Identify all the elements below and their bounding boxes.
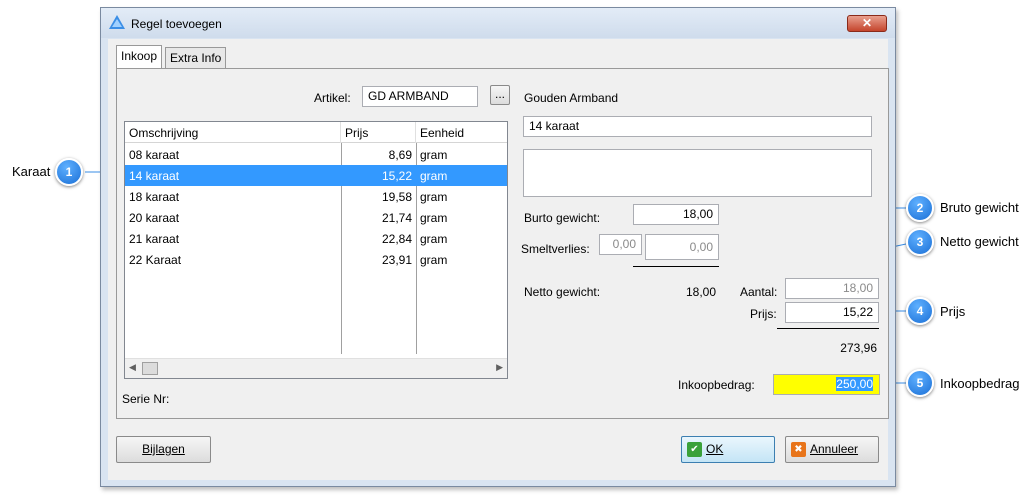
dialog-client: Inkoop Extra Info Artikel: GD ARMBAND ..… — [108, 39, 889, 480]
cell-eenheid: gram — [420, 253, 448, 267]
column-header-omschrijving[interactable]: Omschrijving — [125, 122, 341, 143]
netto-gewicht-value: 18,00 — [685, 285, 716, 299]
smeltverlies-percent-input[interactable]: 0,00 — [599, 234, 642, 255]
cell-prijs: 8,69 — [388, 148, 412, 162]
serie-nr-label: Serie Nr: — [122, 392, 170, 406]
smeltverlies-label: Smeltverlies: — [521, 242, 590, 256]
thumbs-down-icon: ✖ — [791, 442, 806, 457]
netto-gewicht-label: Netto gewicht: — [524, 285, 601, 299]
grid-header: Omschrijving Prijs Eenheid — [125, 122, 507, 143]
artikel-input[interactable]: GD ARMBAND — [362, 86, 478, 107]
table-row[interactable]: 18 karaat 19,58 gram — [125, 186, 507, 207]
annuleer-button[interactable]: ✖ Annuleer — [785, 436, 879, 463]
cell-eenheid: gram — [420, 169, 448, 183]
title-bar[interactable]: Regel toevoegen ✕ — [101, 8, 895, 38]
tab-panel-inkoop: Artikel: GD ARMBAND ... Gouden Armband O… — [116, 68, 889, 419]
prijs-label: Prijs: — [750, 307, 777, 321]
inkoopbedrag-input[interactable]: 250,00 — [773, 374, 880, 395]
cell-prijs: 22,84 — [381, 232, 412, 246]
callout-text-karaat: Karaat — [12, 164, 51, 179]
cell-prijs: 19,58 — [381, 190, 412, 204]
karaat-grid[interactable]: Omschrijving Prijs Eenheid 08 karaat 8,6… — [124, 121, 508, 379]
table-row[interactable]: 20 karaat 21,74 gram — [125, 207, 507, 228]
smeltverlies-value-input[interactable]: 0,00 — [645, 234, 719, 260]
bruto-gewicht-input[interactable]: 18,00 — [633, 204, 719, 225]
artikel-description: Gouden Armband — [524, 91, 619, 105]
aantal-label: Aantal: — [740, 285, 778, 299]
callout-badge-5: 5 — [906, 369, 934, 397]
artikel-browse-button[interactable]: ... — [490, 85, 510, 105]
table-row[interactable]: 21 karaat 22,84 gram — [125, 228, 507, 249]
prijs-input[interactable]: 15,22 — [785, 302, 879, 323]
sum-line — [633, 266, 719, 267]
annuleer-label: Annuleer — [810, 442, 859, 456]
ok-button[interactable]: ✔ OK — [681, 436, 775, 463]
callout-badge-3: 3 — [906, 228, 934, 256]
cell-eenheid: gram — [420, 211, 448, 225]
cell-eenheid: gram — [420, 232, 448, 246]
sum-line — [777, 328, 879, 329]
tab-inkoop[interactable]: Inkoop — [116, 45, 163, 68]
cell-omschrijving: 14 karaat — [129, 169, 180, 183]
cell-prijs: 21,74 — [381, 211, 412, 225]
table-row-selected[interactable]: 14 karaat 15,22 gram — [125, 165, 507, 186]
callout-badge-1: 1 — [55, 158, 83, 186]
callout-text-netto-gewicht: Netto gewicht — [940, 234, 1019, 249]
close-button[interactable]: ✕ — [847, 15, 887, 32]
bijlagen-button[interactable]: Bijlagen — [116, 436, 211, 463]
description-memo-input[interactable] — [523, 149, 872, 197]
table-row[interactable]: 22 Karaat 23,91 gram — [125, 249, 507, 270]
cell-omschrijving: 20 karaat — [129, 211, 180, 225]
aantal-input[interactable]: 18,00 — [785, 278, 879, 299]
cell-omschrijving: 08 karaat — [129, 148, 180, 162]
subtotal-value: 273,96 — [840, 341, 877, 355]
cell-eenheid: gram — [420, 190, 448, 204]
callout-badge-2: 2 — [906, 194, 934, 222]
thumbs-up-icon: ✔ — [687, 442, 702, 457]
cell-prijs: 23,91 — [381, 253, 412, 267]
cell-omschrijving: 22 Karaat — [129, 253, 182, 267]
column-header-eenheid[interactable]: Eenheid — [416, 122, 509, 143]
callout-badge-4: 4 — [906, 297, 934, 325]
cell-prijs: 15,22 — [381, 169, 412, 183]
ok-label: OK — [706, 442, 724, 456]
column-header-prijs[interactable]: Prijs — [341, 122, 416, 143]
cell-eenheid: gram — [420, 148, 448, 162]
horizontal-scrollbar[interactable]: ◀ ▶ — [125, 358, 507, 378]
artikel-label: Artikel: — [314, 91, 351, 105]
inkoopbedrag-label: Inkoopbedrag: — [678, 378, 755, 392]
bruto-gewicht-label: Burto gewicht: — [524, 211, 601, 225]
callout-text-prijs: Prijs — [940, 304, 966, 319]
cell-omschrijving: 21 karaat — [129, 232, 180, 246]
callout-text-bruto-gewicht: Bruto gewicht — [940, 200, 1019, 215]
app-icon — [109, 15, 125, 29]
scroll-thumb[interactable] — [142, 362, 158, 375]
description-line1-input[interactable]: 14 karaat — [523, 116, 872, 137]
window-title: Regel toevoegen — [131, 17, 222, 31]
scroll-right-arrow-icon[interactable]: ▶ — [496, 362, 503, 373]
callout-text-inkoopbedrag: Inkoopbedrag — [940, 376, 1020, 391]
cell-omschrijving: 18 karaat — [129, 190, 180, 204]
dialog-window: Regel toevoegen ✕ Inkoop Extra Info Arti… — [100, 7, 896, 487]
inkoopbedrag-selected-text: 250,00 — [836, 377, 873, 391]
scroll-left-arrow-icon[interactable]: ◀ — [129, 362, 136, 373]
tab-extra-info[interactable]: Extra Info — [165, 47, 227, 68]
table-row[interactable]: 08 karaat 8,69 gram — [125, 144, 507, 165]
